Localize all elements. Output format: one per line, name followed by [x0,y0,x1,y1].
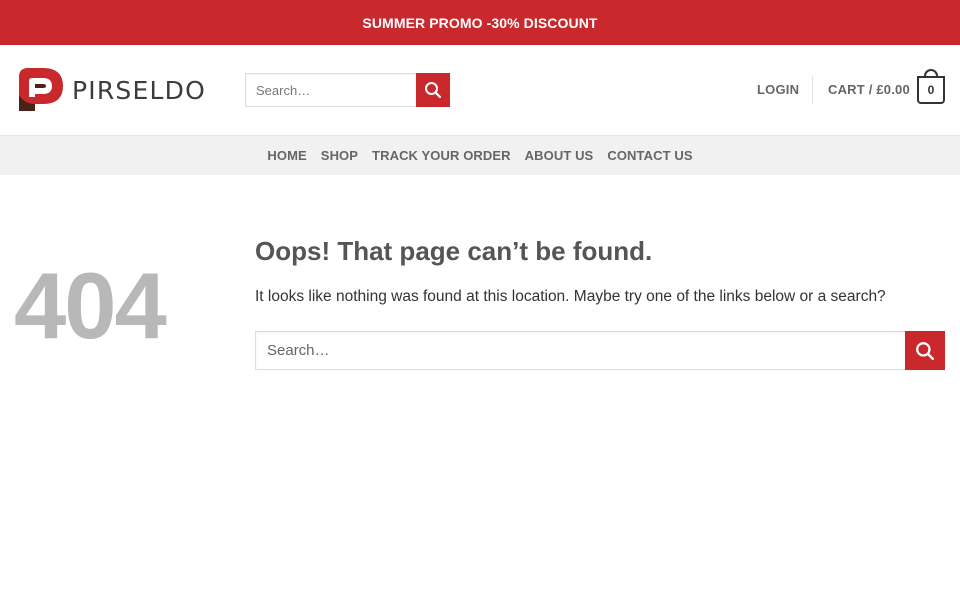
main-search-button[interactable] [905,331,945,370]
cart-count-badge[interactable]: 0 [917,76,945,104]
header-search-input[interactable] [245,73,416,107]
error-code: 404 [14,253,167,358]
main-search-form [255,331,945,370]
error-message: It looks like nothing was found at this … [255,288,886,305]
site-header: PIRSELDO LOGIN CART / £0.00 0 [0,45,960,135]
search-icon [916,341,934,360]
main-search-input[interactable] [255,331,905,370]
nav-item-shop[interactable]: SHOP [321,148,358,163]
search-icon [425,82,442,99]
header-divider [812,76,813,104]
logo-mark-icon [19,68,63,111]
site-logo[interactable]: PIRSELDO [16,64,211,116]
promo-text: SUMMER PROMO -30% DISCOUNT [362,14,598,31]
nav-item-about-us[interactable]: ABOUT US [525,148,594,163]
cart-link[interactable]: CART / £0.00 [828,82,910,97]
nav-item-contact-us[interactable]: CONTACT US [607,148,692,163]
header-search-button[interactable] [416,73,450,107]
nav-item-track-order[interactable]: TRACK YOUR ORDER [372,148,511,163]
promo-bar: SUMMER PROMO -30% DISCOUNT [0,0,960,45]
logo-text: PIRSELDO [72,75,206,105]
login-link[interactable]: LOGIN [757,82,799,97]
main-nav: HOME SHOP TRACK YOUR ORDER ABOUT US CONT… [0,135,960,175]
nav-item-home[interactable]: HOME [267,148,306,163]
page-title: Oops! That page can’t be found. [255,236,653,266]
header-search-form [245,73,450,107]
